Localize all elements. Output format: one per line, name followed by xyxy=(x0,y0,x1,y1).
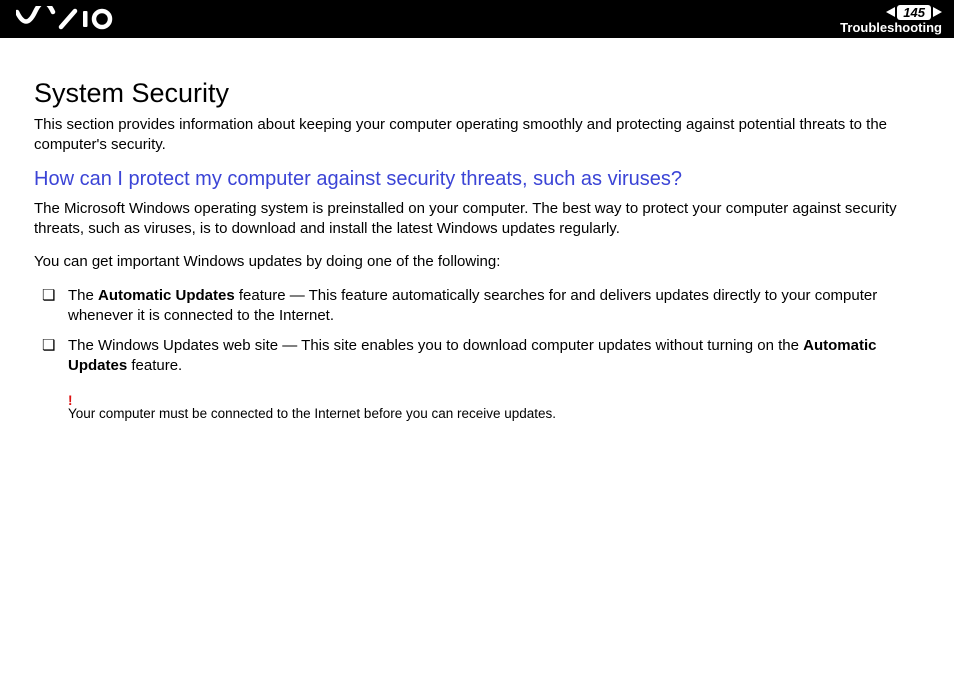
answer-paragraph-2: You can get important Windows updates by… xyxy=(34,252,920,272)
next-page-arrow-icon[interactable] xyxy=(933,7,942,17)
bullet-list: The Automatic Updates feature — This fea… xyxy=(34,286,920,387)
list-item: The Automatic Updates feature — This fea… xyxy=(34,286,920,337)
page-content: System Security This section provides in… xyxy=(0,38,954,421)
important-note: ! Your computer must be connected to the… xyxy=(34,393,920,421)
vaio-logo xyxy=(16,6,116,32)
list-item: The Windows Updates web site — This site… xyxy=(34,336,920,387)
section-name: Troubleshooting xyxy=(840,21,942,34)
bold-term: Automatic Updates xyxy=(98,287,235,304)
text: The Windows Updates web site — This site… xyxy=(68,337,803,354)
page-number: 145 xyxy=(897,5,931,20)
answer-paragraph-1: The Microsoft Windows operating system i… xyxy=(34,199,920,238)
prev-page-arrow-icon[interactable] xyxy=(886,7,895,17)
header-nav: 145 Troubleshooting xyxy=(840,0,942,38)
page-title: System Security xyxy=(34,78,920,109)
text: feature. xyxy=(127,357,182,374)
header-bar: 145 Troubleshooting xyxy=(0,0,954,38)
faq-question: How can I protect my computer against se… xyxy=(34,168,920,191)
page-indicator: 145 xyxy=(886,5,942,20)
text: The xyxy=(68,287,98,304)
intro-paragraph: This section provides information about … xyxy=(34,115,920,154)
note-text: Your computer must be connected to the I… xyxy=(68,406,556,421)
